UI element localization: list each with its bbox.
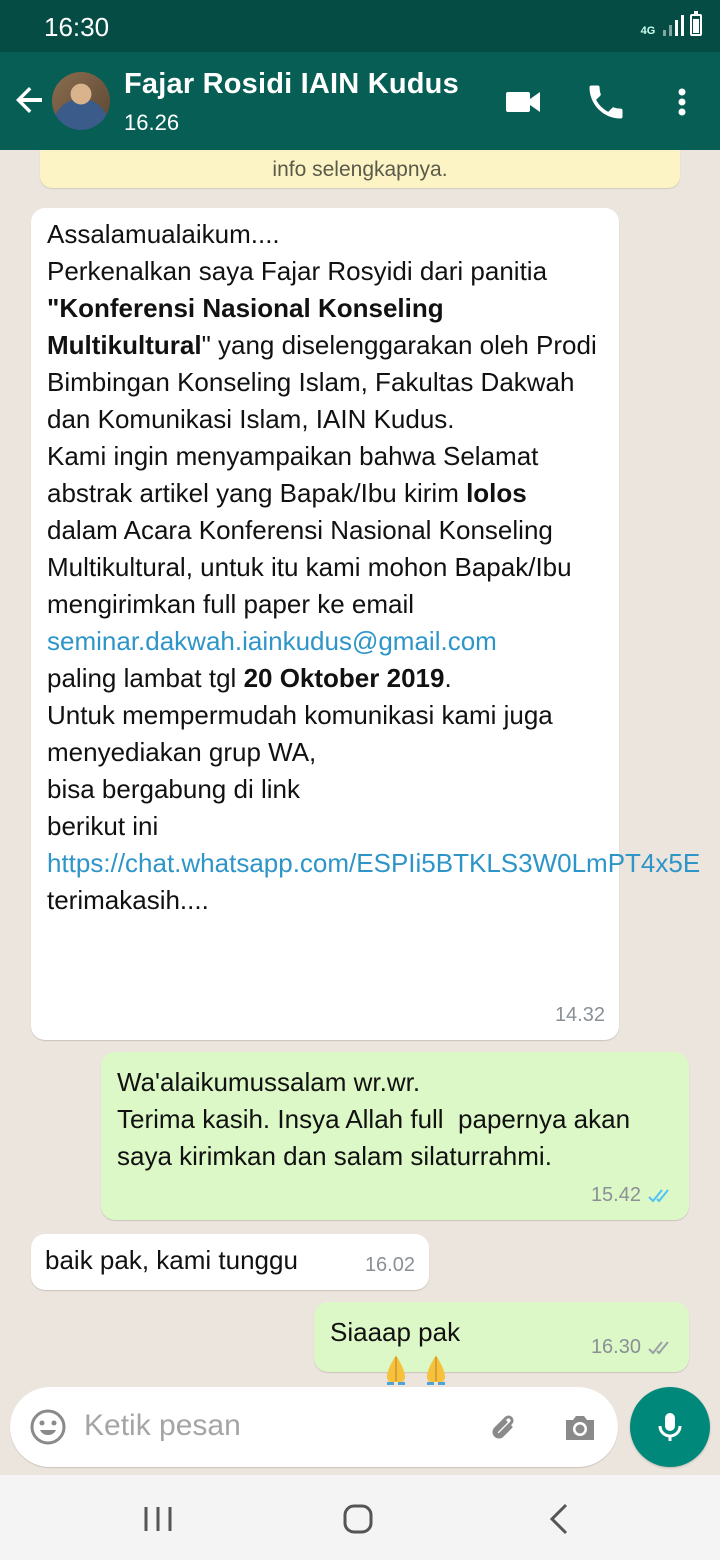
more-vertical-icon (678, 88, 686, 116)
home-button[interactable] (338, 1499, 378, 1539)
paperclip-icon (492, 1415, 514, 1439)
status-icons: 4G (639, 11, 702, 37)
smiley-icon (30, 1409, 66, 1445)
microphone-icon (658, 1413, 682, 1441)
chat-header: Fajar Rosidi IAIN Kudus 16.26 (0, 52, 720, 150)
folded-hands-icon (387, 1355, 406, 1385)
emoji-button[interactable] (28, 1407, 68, 1447)
network-type-label: 4G (640, 25, 656, 37)
message-time: 16.30 (591, 1329, 675, 1366)
read-receipt-icon (648, 1188, 669, 1202)
system-nav-bar (0, 1475, 720, 1560)
message-time: 16.02 (364, 1254, 415, 1276)
input-placeholder: Ketik pesan (84, 1409, 241, 1442)
arrow-left-icon (16, 87, 42, 113)
message-time: 14.32 (554, 1004, 605, 1026)
phone-icon (589, 85, 623, 119)
video-call-button[interactable] (502, 80, 546, 124)
camera-button[interactable] (560, 1407, 600, 1447)
message-time: 15.42 (591, 1177, 675, 1214)
status-time: 16:30 (44, 12, 110, 42)
attach-button[interactable] (484, 1407, 524, 1447)
compose-bar: Ketik pesan (0, 1385, 720, 1475)
contact-name[interactable]: Fajar Rosidi IAIN Kudus (124, 68, 459, 101)
voice-message-button[interactable] (630, 1387, 710, 1467)
message-outgoing[interactable]: Siaaap pak 16.30 (314, 1302, 689, 1385)
back-button[interactable] (10, 80, 50, 120)
recent-apps-button[interactable] (138, 1499, 178, 1539)
message-text: baik pak, kami tunggu (45, 1245, 298, 1275)
status-bar: 16:30 4G (0, 0, 720, 52)
home-icon (343, 1504, 373, 1534)
message-text: Assalamualaikum.... Perkenalkan saya Faj… (47, 219, 701, 915)
encryption-info-banner[interactable]: info selengkapnya. (40, 150, 680, 188)
delivered-receipt-icon (648, 1340, 669, 1354)
message-incoming[interactable]: Assalamualaikum.... Perkenalkan saya Faj… (31, 208, 701, 1040)
last-seen: 16.26 (124, 110, 180, 135)
message-outgoing[interactable]: Wa'alaikumussalam wr.wr. Terima kasih. I… (101, 1052, 689, 1220)
voice-call-button[interactable] (584, 80, 628, 124)
signal-icon (663, 14, 684, 36)
message-text: Wa'alaikumussalam wr.wr. Terima kasih. I… (117, 1067, 631, 1171)
contact-avatar[interactable] (52, 72, 110, 130)
group-invite-link[interactable]: https://chat.whatsapp.com/ESPIi5BTKLS3W0… (47, 848, 700, 878)
camera-icon (566, 1416, 594, 1440)
more-options-button[interactable] (660, 80, 704, 124)
battery-icon (690, 11, 702, 36)
message-incoming[interactable]: baik pak, kami tunggu 16.02 (31, 1234, 429, 1290)
system-back-button[interactable] (540, 1499, 580, 1539)
folded-hands-icon (427, 1355, 446, 1385)
message-input[interactable]: Ketik pesan (10, 1387, 618, 1467)
chat-area[interactable]: info selengkapnya. Assalamualaikum.... P… (0, 150, 720, 1385)
chevron-left-icon (549, 1503, 568, 1535)
video-camera-icon (506, 92, 540, 112)
email-link[interactable]: seminar.dakwah.iainkudus@gmail.com (47, 626, 497, 656)
recents-icon (144, 1507, 172, 1531)
